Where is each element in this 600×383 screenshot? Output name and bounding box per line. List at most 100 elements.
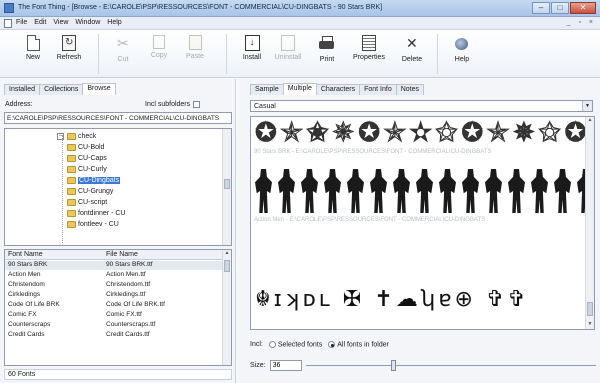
delete-icon: [403, 35, 421, 53]
file-name-cell: Comic FX.ttf: [106, 311, 142, 318]
print-icon: [318, 35, 336, 53]
tree-item-cu-curly[interactable]: CU-Curly: [67, 164, 107, 174]
soldier-glyph: [393, 169, 410, 213]
maximize-button[interactable]: □: [551, 2, 569, 14]
tree-item-cu-dingbats[interactable]: CU-Dingbats: [67, 175, 121, 185]
list-item[interactable]: Credit Cards Credit Cards.ttf: [5, 331, 224, 340]
list-item[interactable]: 90 Stars BRK 90 Stars BRK.ttf: [5, 261, 224, 270]
column-file-name[interactable]: File Name: [106, 251, 138, 258]
tab-installed[interactable]: Installed: [4, 84, 41, 95]
size-input[interactable]: [269, 360, 302, 371]
list-item[interactable]: Counterscraps Counterscraps.ttf: [5, 321, 224, 330]
preview-scrollbar[interactable]: ▲ ▼: [585, 117, 594, 329]
tree-item-cu-caps[interactable]: CU-Caps: [67, 153, 107, 163]
scroll-up-icon[interactable]: ▲: [586, 117, 594, 125]
star-glyph: ✪: [461, 117, 484, 147]
font-list-scrollbar[interactable]: ▲: [222, 250, 231, 365]
document-icon[interactable]: [4, 19, 12, 28]
tab-multiple[interactable]: Multiple: [282, 83, 317, 95]
include-subfolders-checkbox[interactable]: [193, 101, 201, 108]
sample-text-select[interactable]: Casual ▼: [250, 100, 593, 112]
star-glyph: ✫: [409, 117, 432, 147]
scroll-down-icon[interactable]: ▼: [586, 321, 594, 329]
include-subfolders-label: Incl subfolders: [145, 101, 191, 108]
star-glyph: ✯: [383, 117, 406, 147]
tab-browse[interactable]: Browse: [82, 83, 116, 95]
tab-sample[interactable]: Sample: [250, 84, 284, 95]
tree-item-cu-script[interactable]: CU-script: [67, 197, 107, 207]
star-glyph: ✬: [435, 117, 458, 147]
selected-fonts-option[interactable]: Selected fonts: [268, 341, 322, 348]
uninstall-button[interactable]: Uninstall: [269, 35, 307, 61]
tree-item-cu-bold[interactable]: CU-Bold: [67, 142, 104, 152]
help-label: Help: [454, 56, 470, 63]
folder-tree[interactable]: − check CU-Bold CU-Caps CU-Curly CU-Ding…: [4, 128, 232, 246]
list-item[interactable]: Comic FX Comic FX.ttf: [5, 311, 224, 320]
tree-item-check[interactable]: check: [67, 131, 96, 141]
minimize-button[interactable]: –: [532, 2, 550, 14]
list-item[interactable]: Action Men Action Men.ttf: [5, 271, 224, 280]
properties-button[interactable]: Properties: [350, 35, 388, 61]
copy-button[interactable]: Copy: [140, 35, 178, 59]
install-button[interactable]: Install: [233, 35, 271, 61]
cut-button[interactable]: Cut: [104, 35, 142, 63]
print-button[interactable]: Print: [308, 35, 346, 63]
new-button[interactable]: New: [14, 35, 52, 61]
list-item[interactable]: Christendom Christendom.ttf: [5, 281, 224, 290]
tree-item-cu-grungy[interactable]: CU-Grungy: [67, 186, 113, 196]
title-bar: The Font Thing - [Browse - E:\CAROLE\PSP…: [0, 0, 600, 17]
size-slider[interactable]: [305, 360, 596, 371]
soldier-glyph: [439, 169, 456, 213]
scrollbar-thumb[interactable]: [587, 302, 593, 316]
file-name-cell: Code Of Life BRK.ttf: [106, 301, 165, 308]
include-subfolders[interactable]: Incl subfolders: [145, 101, 201, 108]
soldier-glyph: [347, 169, 364, 213]
window-title: The Font Thing - [Browse - E:\CAROLE\PSP…: [18, 4, 383, 11]
font-list[interactable]: Font Name File Name 90 Stars BRK 90 Star…: [4, 249, 232, 366]
menu-edit[interactable]: Edit: [34, 19, 46, 26]
tab-notes[interactable]: Notes: [395, 84, 425, 95]
column-font-name[interactable]: Font Name: [8, 251, 43, 258]
scrollbar-thumb[interactable]: [224, 260, 230, 272]
scrollbar-thumb[interactable]: [224, 179, 230, 189]
soldier-glyph: [508, 169, 525, 213]
selected-fonts-radio[interactable]: [268, 341, 276, 348]
menu-window[interactable]: Window: [75, 19, 100, 26]
refresh-button[interactable]: Refresh: [50, 35, 88, 61]
slider-track: [305, 365, 596, 366]
paste-button[interactable]: Paste: [176, 35, 214, 60]
tree-item-fontleev[interactable]: fontleev - CU: [67, 219, 119, 229]
menu-view[interactable]: View: [53, 19, 68, 26]
slider-knob[interactable]: [391, 360, 397, 371]
size-row: Size:: [250, 360, 596, 371]
tree-item-label: CU-script: [78, 198, 108, 206]
tree-item-fontdinner[interactable]: fontdinner - CU: [67, 208, 125, 218]
font-preview[interactable]: ✪ ✯ ✬ ✵ ✪ ✯ ✫ ✬ ✪ ✯ ✵ ✬ ✪ 90 Stars BRK - E:\CAROLE\P…: [250, 116, 595, 330]
menu-help[interactable]: Help: [107, 19, 121, 26]
tree-scrollbar[interactable]: [222, 129, 231, 245]
soldier-glyph: [370, 169, 387, 213]
list-item[interactable]: Cirkledings Cirkledings.ttf: [5, 291, 224, 300]
menu-file[interactable]: File: [16, 19, 27, 26]
soldier-glyph: [324, 169, 341, 213]
delete-label: Delete: [401, 56, 423, 63]
toolbar: New Refresh Cut Copy Paste Install Unins…: [0, 30, 600, 78]
all-fonts-option[interactable]: All fonts in folder: [328, 341, 389, 348]
refresh-label: Refresh: [56, 54, 82, 61]
font-name-cell: Code Of Life BRK: [8, 301, 60, 308]
mdi-controls[interactable]: _ ▫ ×: [567, 19, 596, 26]
folder-icon: [67, 220, 76, 228]
all-fonts-radio[interactable]: [328, 341, 336, 348]
tab-font-info[interactable]: Font Info: [359, 84, 397, 95]
font-name-cell: 90 Stars BRK: [8, 261, 48, 268]
refresh-icon: [62, 35, 76, 51]
help-button[interactable]: Help: [443, 35, 481, 63]
delete-button[interactable]: Delete: [393, 35, 431, 63]
address-field[interactable]: E:\CAROLE\PSP\RESSOURCES\FONT - COMMERCI…: [4, 112, 232, 124]
tab-characters[interactable]: Characters: [315, 84, 361, 95]
chevron-down-icon[interactable]: ▼: [582, 101, 592, 111]
list-item[interactable]: Code Of Life BRK Code Of Life BRK.ttf: [5, 301, 224, 310]
tab-collections[interactable]: Collections: [39, 84, 84, 95]
scroll-up-icon[interactable]: ▲: [223, 250, 231, 258]
close-button[interactable]: ✕: [570, 2, 596, 14]
